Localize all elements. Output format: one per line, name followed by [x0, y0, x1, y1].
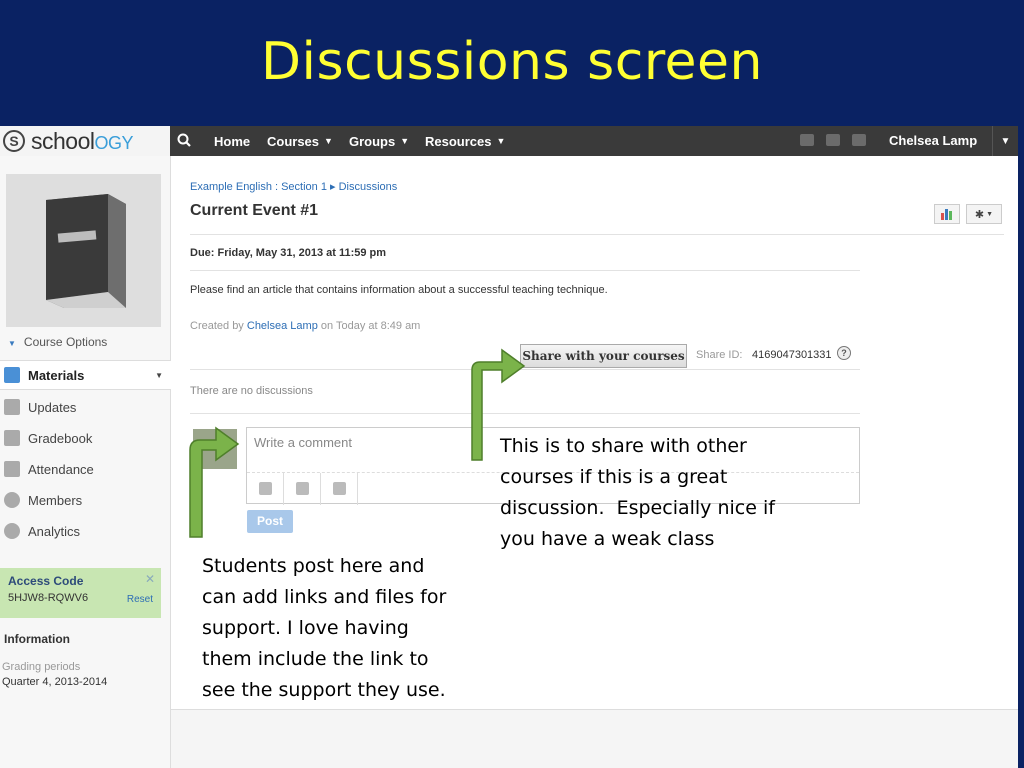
logo-school: school	[31, 127, 95, 154]
grading-periods-value: Quarter 4, 2013-2014	[2, 676, 108, 688]
divider	[190, 234, 1004, 235]
book-icon	[46, 194, 126, 308]
share-annotation-line: courses if this is a great	[500, 466, 728, 488]
schoology-logo[interactable]: S schoolOGY	[0, 126, 170, 156]
chevron-down-icon: ▼	[496, 136, 506, 146]
analytics-icon	[4, 523, 20, 539]
settings-dropdown-button[interactable]: ✱ ▼	[966, 204, 1002, 224]
notification-icons	[800, 134, 866, 146]
post-annotation-line: see the support they use.	[202, 679, 446, 701]
updates-icon	[4, 399, 20, 415]
nav-courses-label: Courses	[267, 133, 320, 149]
sidebar-item-label: Analytics	[28, 523, 81, 539]
post-annotation-line: them include the link to	[202, 648, 429, 670]
nav-groups-label: Groups	[349, 133, 396, 149]
logo-wordmark: schoolOGY	[31, 128, 133, 155]
nav-home-label: Home	[214, 133, 251, 149]
share-with-courses-button[interactable]: Share with your courses	[520, 344, 687, 368]
attach-resource-button[interactable]	[321, 473, 358, 505]
nav-home[interactable]: Home	[214, 126, 250, 156]
materials-icon	[4, 367, 20, 383]
discussion-description: Please find an article that contains inf…	[190, 284, 608, 296]
page-footer	[171, 709, 1018, 768]
chevron-down-icon: ▼	[324, 136, 333, 146]
information-heading: Information	[4, 632, 70, 646]
sidebar-item-gradebook[interactable]: Gradebook	[0, 423, 171, 453]
sidebar-item-label: Gradebook	[28, 430, 93, 446]
gradebook-icon	[4, 430, 20, 446]
mail-icon[interactable]	[800, 134, 814, 146]
post-annotation-line: can add links and files for	[202, 586, 447, 608]
logo-ogy: OGY	[94, 132, 133, 153]
course-image	[6, 174, 161, 327]
bar-chart-icon	[941, 209, 952, 220]
course-sidebar: ▼ Course Options Materials ▼ Updates Grad…	[0, 156, 171, 768]
access-code-box: Access Code 5HJW8-RQWV6 Reset ✕	[0, 568, 161, 618]
gear-icon: ✱	[974, 208, 985, 221]
sidebar-item-attendance[interactable]: Attendance	[0, 454, 171, 484]
course-options-label: Course Options	[23, 335, 108, 349]
slide-title: Discussions screen	[260, 32, 763, 92]
sidebar-item-members[interactable]: Members	[0, 485, 171, 515]
resource-icon	[333, 482, 346, 495]
sidebar-item-label: Members	[28, 492, 83, 508]
share-annotation-line: you have a weak class	[500, 528, 715, 550]
nav-groups[interactable]: Groups ▼	[349, 126, 409, 156]
chevron-down-icon: ▼	[986, 210, 994, 218]
page-title: Current Event #1	[190, 202, 319, 219]
sidebar-item-label: Attendance	[28, 461, 94, 477]
user-menu-name[interactable]: Chelsea Lamp	[889, 126, 977, 156]
sidebar-item-materials[interactable]: Materials ▼	[0, 360, 171, 390]
created-suffix: on Today at 8:49 am	[317, 320, 421, 332]
chevron-down-icon: ▼	[155, 370, 163, 380]
link-icon	[296, 482, 309, 495]
share-annotation: This is to share with other courses if t…	[500, 431, 775, 555]
attach-link-button[interactable]	[284, 473, 321, 505]
sidebar-item-updates[interactable]: Updates	[0, 392, 171, 422]
post-annotation: Students post here and can add links and…	[202, 551, 446, 706]
sidebar-item-label: Materials	[28, 367, 85, 383]
close-icon[interactable]: ✕	[145, 572, 155, 586]
notifications-icon[interactable]	[852, 134, 866, 146]
post-button[interactable]: Post	[247, 510, 293, 533]
attendance-icon	[4, 461, 20, 477]
post-annotation-line: support. I love having	[202, 617, 409, 639]
author-link[interactable]: Chelsea Lamp	[247, 320, 318, 332]
nav-resources-label: Resources	[425, 133, 492, 149]
top-navigation-bar: S schoolOGY Home Courses ▼ Groups ▼ Resour…	[0, 126, 1018, 156]
requests-icon[interactable]	[826, 134, 840, 146]
chevron-down-icon: ▼	[8, 339, 16, 348]
file-icon	[259, 482, 272, 495]
user-menu-dropdown-icon[interactable]: ▼	[992, 126, 1018, 156]
no-discussions-message: There are no discussions	[190, 385, 313, 397]
access-code-title: Access Code	[8, 574, 84, 588]
search-icon[interactable]	[175, 131, 195, 151]
attach-file-button[interactable]	[247, 473, 284, 505]
grading-periods-label: Grading periods	[2, 661, 81, 673]
access-code-reset-link[interactable]: Reset	[127, 594, 153, 605]
analytics-button[interactable]	[934, 204, 960, 224]
post-annotation-line: Students post here and	[202, 555, 425, 577]
sidebar-item-analytics[interactable]: Analytics	[0, 516, 171, 546]
chevron-down-icon: ▼	[400, 136, 410, 146]
share-annotation-line: This is to share with other	[500, 435, 747, 457]
post-arrow-icon	[189, 426, 240, 538]
nav-resources[interactable]: Resources ▼	[425, 126, 505, 156]
course-options-dropdown[interactable]: ▼ Course Options	[8, 335, 107, 349]
help-icon[interactable]: ?	[837, 346, 851, 360]
sidebar-item-label: Updates	[28, 399, 77, 415]
breadcrumb[interactable]: Example English : Section 1 ▸ Discussion…	[190, 180, 397, 193]
logo-s-mark: S	[3, 130, 25, 152]
comment-placeholder: Write a comment	[254, 435, 353, 450]
created-prefix: Created by	[190, 320, 247, 332]
nav-courses[interactable]: Courses ▼	[267, 126, 333, 156]
members-icon	[4, 492, 20, 508]
share-id-value: 4169047301331	[752, 349, 832, 361]
divider	[190, 270, 860, 271]
created-by-line: Created by Chelsea Lamp on Today at 8:49…	[190, 320, 420, 332]
due-date: Due: Friday, May 31, 2013 at 11:59 pm	[190, 247, 387, 259]
share-annotation-line: discussion. Especially nice if	[500, 497, 775, 519]
share-id-label: Share ID:	[696, 349, 743, 361]
